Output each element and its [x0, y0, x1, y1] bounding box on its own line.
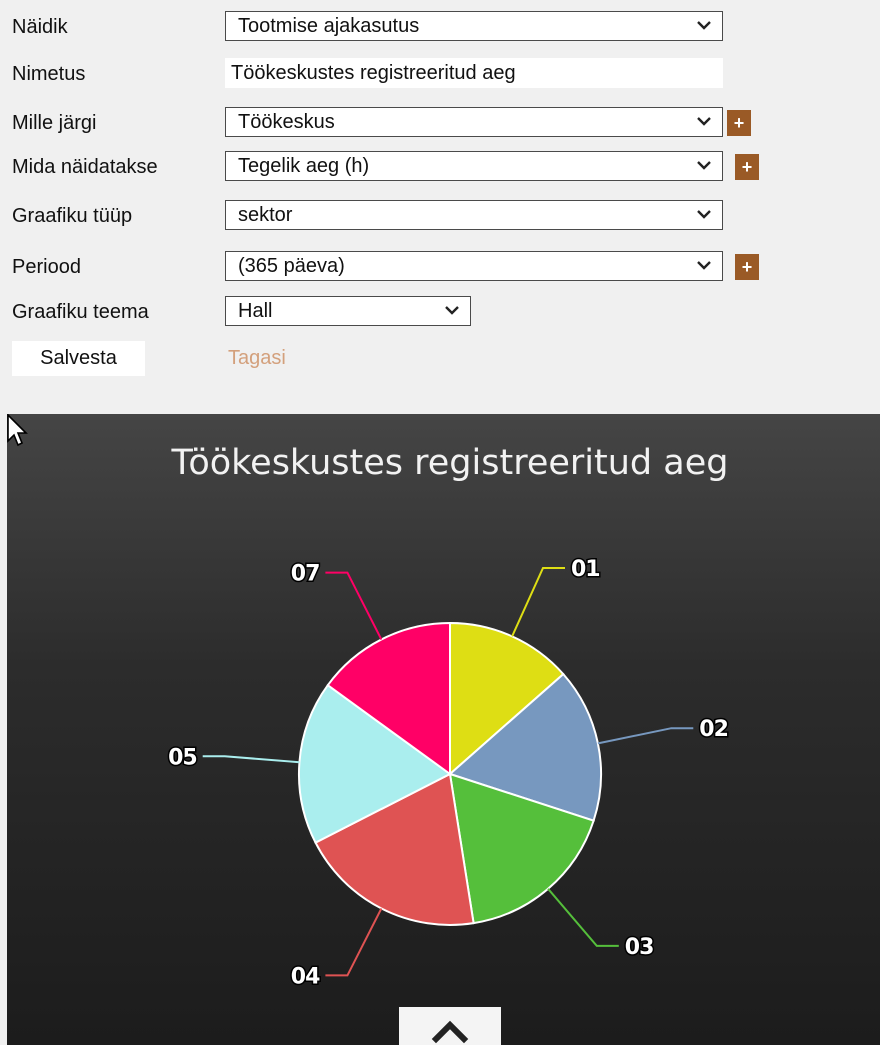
chevron-down-icon: [697, 161, 711, 170]
indicator-label: Näidik: [12, 16, 68, 38]
theme-label: Graafiku teema: [12, 301, 149, 323]
group-by-value: Töökeskus: [238, 111, 335, 133]
connector-03: [547, 888, 619, 947]
chevron-down-icon: [697, 117, 711, 126]
connector-02: [597, 727, 694, 745]
add-group-by-button[interactable]: +: [727, 110, 751, 136]
period-row: Periood (365 päeva) +: [12, 250, 872, 284]
indicator-settings-form: Näidik Tootmise ajakasutus Nimetus Tööke…: [0, 0, 880, 414]
name-label: Nimetus: [12, 63, 86, 85]
add-measure-button[interactable]: +: [735, 154, 759, 180]
slice-label-03: 03: [625, 935, 654, 960]
group-by-select[interactable]: Töökeskus: [225, 107, 723, 137]
indicator-select[interactable]: Tootmise ajakasutus: [225, 11, 723, 41]
chevron-down-icon: [697, 21, 711, 30]
chevron-down-icon: [445, 306, 459, 315]
period-label: Periood: [12, 256, 81, 278]
connector-04: [325, 908, 383, 977]
slice-label-02: 02: [699, 717, 728, 742]
chevron-up-icon: [431, 1020, 469, 1044]
measure-value: Tegelik aeg (h): [238, 155, 370, 177]
pie-chart-panel: Töökeskustes registreeritud aeg 01 02 03 04…: [7, 414, 880, 1045]
chevron-down-icon: [697, 261, 711, 270]
slice-label-04: 04: [291, 964, 320, 989]
chart-type-value: sektor: [238, 204, 293, 226]
chart-title: Töökeskustes registreeritud aeg: [171, 443, 729, 483]
add-period-button[interactable]: +: [735, 254, 759, 280]
group-by-row: Mille järgi Töökeskus +: [12, 106, 872, 140]
slice-label-07: 07: [291, 562, 320, 587]
indicator-value: Tootmise ajakasutus: [238, 15, 420, 37]
chevron-down-icon: [697, 210, 711, 219]
name-input[interactable]: Töökeskustes registreeritud aeg: [225, 58, 723, 88]
theme-row: Graafiku teema Hall: [12, 295, 872, 329]
theme-select[interactable]: Hall: [225, 296, 471, 326]
slice-label-05: 05: [168, 745, 197, 770]
back-link[interactable]: Tagasi: [228, 341, 286, 376]
connector-07: [325, 571, 383, 640]
group-by-label: Mille järgi: [12, 112, 97, 134]
period-select[interactable]: (365 päeva): [225, 251, 723, 281]
measure-row: Mida näidatakse Tegelik aeg (h) +: [12, 150, 872, 184]
theme-value: Hall: [238, 300, 273, 322]
period-value: (365 päeva): [238, 255, 345, 277]
name-row: Nimetus Töökeskustes registreeritud aeg: [12, 57, 872, 91]
save-button[interactable]: Salvesta: [12, 341, 145, 376]
measure-label: Mida näidatakse: [12, 156, 158, 178]
chart-type-row: Graafiku tüüp sektor: [12, 199, 872, 233]
chart-type-select[interactable]: sektor: [225, 200, 723, 230]
slice-label-01: 01: [571, 557, 600, 582]
chart-type-label: Graafiku tüüp: [12, 205, 133, 227]
indicator-row: Näidik Tootmise ajakasutus: [12, 10, 872, 44]
measure-select[interactable]: Tegelik aeg (h): [225, 151, 723, 181]
scroll-up-button[interactable]: [399, 1007, 501, 1045]
mouse-cursor-icon: [7, 414, 28, 447]
connector-01: [511, 567, 565, 637]
pie-chart: Töökeskustes registreeritud aeg 01 02 03 04…: [167, 443, 731, 991]
connector-05: [202, 755, 300, 764]
